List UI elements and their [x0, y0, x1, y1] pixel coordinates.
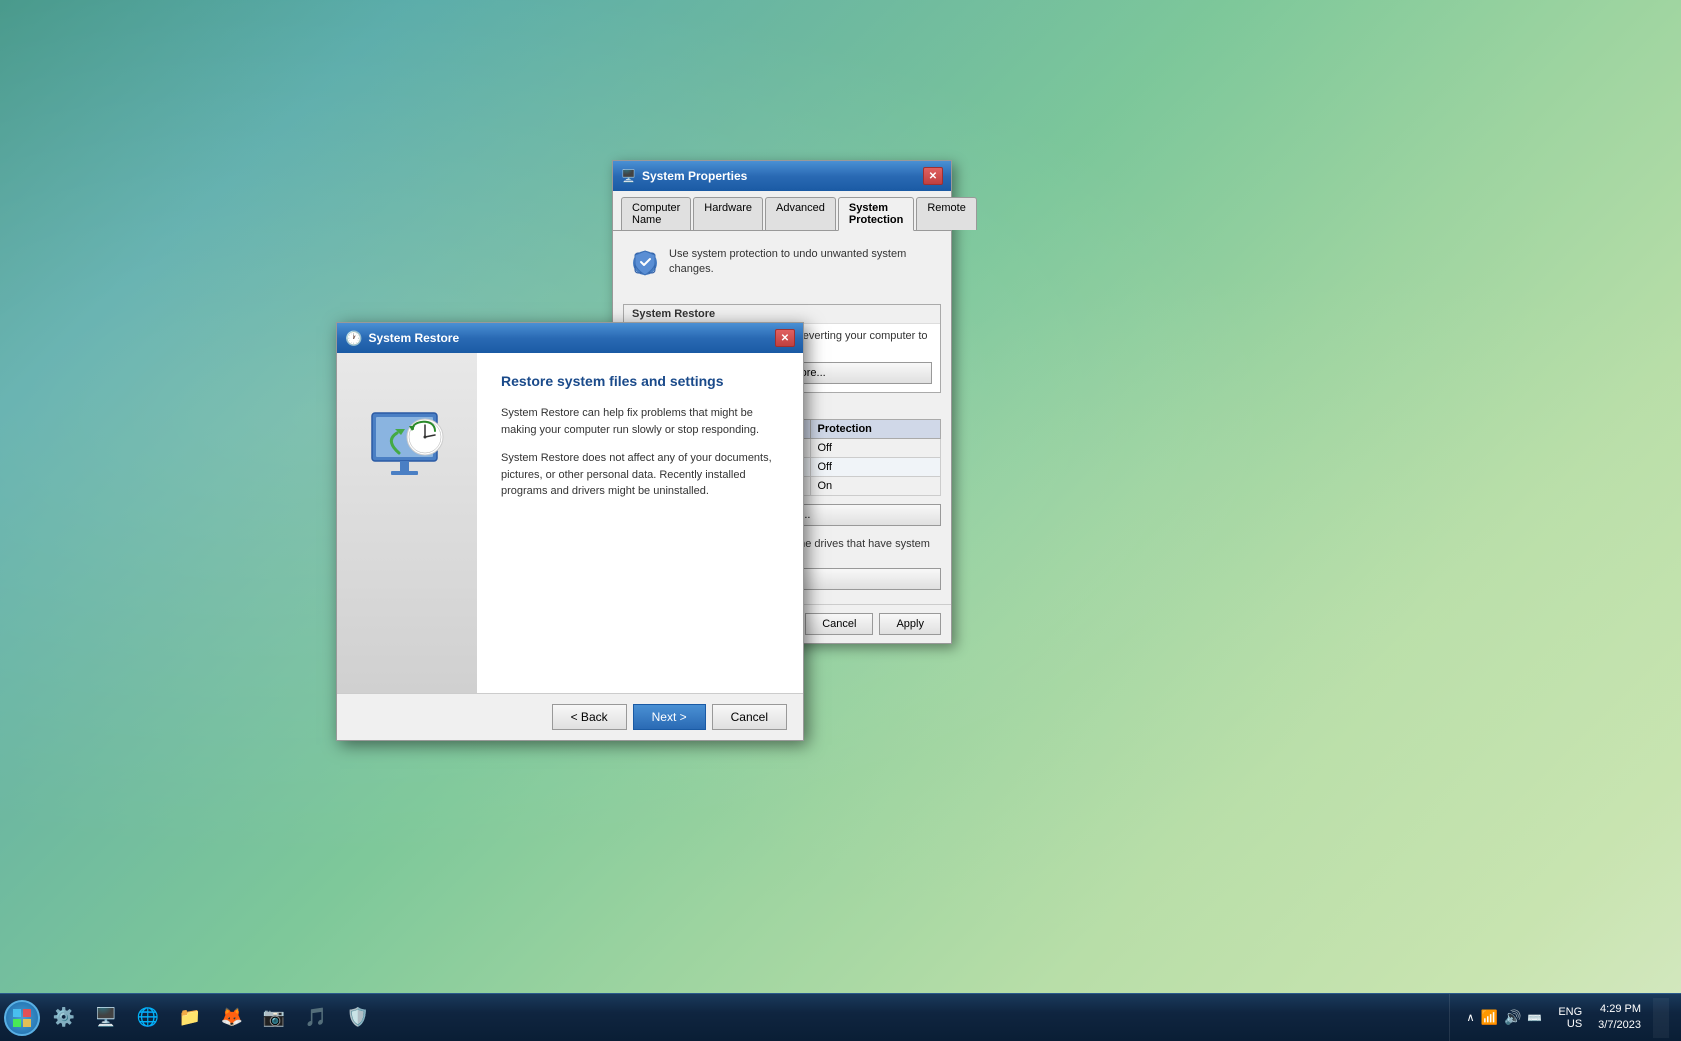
- tray-keyboard-icon[interactable]: ⌨️: [1527, 1011, 1542, 1025]
- apply-button[interactable]: Apply: [879, 613, 941, 635]
- taskbar-icon-firefox[interactable]: 🦊: [212, 998, 252, 1038]
- tab-system-protection[interactable]: System Protection: [838, 197, 914, 231]
- taskbar-icon-media[interactable]: 🎵: [296, 998, 336, 1038]
- sys-props-tabs: Computer Name Hardware Advanced System P…: [613, 191, 951, 231]
- cancel-button[interactable]: Cancel: [805, 613, 873, 635]
- wizard-titlebar-left: 🕐 System Restore: [345, 330, 459, 347]
- taskbar-icon-folder[interactable]: 📁: [170, 998, 210, 1038]
- wizard-title: System Restore: [368, 331, 459, 345]
- taskbar-icon-photos[interactable]: 📷: [254, 998, 294, 1038]
- next-button[interactable]: Next >: [633, 704, 706, 730]
- tab-advanced[interactable]: Advanced: [765, 197, 836, 230]
- tab-remote[interactable]: Remote: [916, 197, 977, 230]
- wizard-titlebar: 🕐 System Restore ✕: [337, 323, 803, 353]
- wizard-content: Restore system files and settings System…: [477, 353, 803, 693]
- wizard-sidebar: [337, 353, 477, 693]
- taskbar-icons: ⚙️ 🖥️ 🌐 📁 🦊 📷 🎵 🛡️: [44, 998, 1449, 1038]
- tray-chevron-icon[interactable]: ∧: [1466, 1011, 1474, 1024]
- protection-icon: [629, 247, 661, 286]
- sys-props-title-icon: 🖥️: [621, 169, 636, 183]
- wizard-main-title: Restore system files and settings: [501, 373, 779, 389]
- wizard-illustration-svg: [357, 383, 457, 493]
- taskbar-icon-ie[interactable]: 🌐: [128, 998, 168, 1038]
- system-properties-titlebar: 🖥️ System Properties ✕: [613, 161, 951, 191]
- tray-clock[interactable]: 4:29 PM 3/7/2023: [1590, 1002, 1649, 1033]
- protection-svg-icon: [629, 247, 661, 279]
- sys-props-description: Use system protection to undo unwanted s…: [669, 247, 935, 278]
- tray-lang-text: ENG: [1558, 1006, 1582, 1018]
- taskbar-icon-misc[interactable]: 🛡️: [338, 998, 378, 1038]
- col-protection: Protection: [811, 420, 941, 439]
- taskbar: ⚙️ 🖥️ 🌐 📁 🦊 📷 🎵 🛡️ ∧ 📶 🔊 ⌨️ ENG US 4:29 …: [0, 993, 1681, 1041]
- sys-props-title: System Properties: [642, 169, 747, 183]
- tray-date: 3/7/2023: [1598, 1018, 1641, 1033]
- protection-cell-2: Off: [811, 458, 941, 477]
- taskbar-tray: ∧ 📶 🔊 ⌨️ ENG US 4:29 PM 3/7/2023: [1449, 994, 1677, 1041]
- tray-icons: ∧ 📶 🔊 ⌨️: [1458, 1009, 1550, 1026]
- wizard-para-2: System Restore does not affect any of yo…: [501, 450, 779, 500]
- windows-logo-icon: [12, 1008, 32, 1028]
- titlebar-text-group: 🖥️ System Properties: [621, 169, 747, 183]
- protection-cell-3: On: [811, 477, 941, 496]
- wizard-para-1: System Restore can help fix problems tha…: [501, 405, 779, 438]
- tray-time: 4:29 PM: [1598, 1002, 1641, 1017]
- tray-lang: ENG US: [1554, 1006, 1586, 1030]
- sys-props-close-btn[interactable]: ✕: [923, 167, 943, 185]
- tray-speaker-icon[interactable]: 🔊: [1504, 1009, 1521, 1026]
- sys-props-header: Use system protection to undo unwanted s…: [623, 241, 941, 292]
- tab-computer-name[interactable]: Computer Name: [621, 197, 691, 230]
- tab-hardware[interactable]: Hardware: [693, 197, 763, 230]
- protection-cell-1: Off: [811, 439, 941, 458]
- wizard-cancel-button[interactable]: Cancel: [712, 704, 787, 730]
- wizard-close-btn[interactable]: ✕: [775, 329, 795, 347]
- start-button[interactable]: [4, 1000, 40, 1036]
- back-button[interactable]: < Back: [552, 704, 627, 730]
- wizard-body: Restore system files and settings System…: [337, 353, 803, 693]
- wizard-footer: < Back Next > Cancel: [337, 693, 803, 740]
- wizard-illustration: [357, 383, 457, 493]
- show-desktop-btn[interactable]: [1653, 998, 1669, 1038]
- wizard-title-icon: 🕐: [345, 330, 362, 347]
- tray-network-icon[interactable]: 📶: [1481, 1009, 1498, 1026]
- tray-country-text: US: [1567, 1018, 1582, 1030]
- taskbar-icon-settings[interactable]: ⚙️: [44, 998, 84, 1038]
- system-restore-wizard: 🕐 System Restore ✕: [336, 322, 804, 741]
- taskbar-icon-computer[interactable]: 🖥️: [86, 998, 126, 1038]
